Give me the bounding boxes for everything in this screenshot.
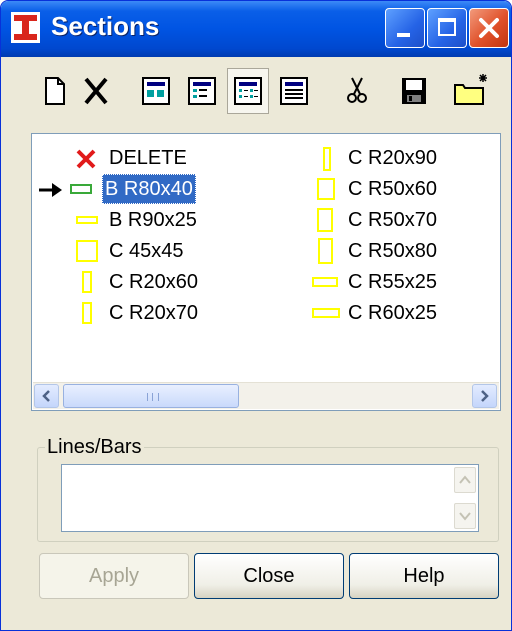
help-button[interactable]: Help [349, 553, 499, 599]
section-label: C R60x25 [348, 302, 437, 324]
toolbar [1, 68, 511, 118]
new-folder-icon [454, 74, 487, 105]
section-label: C R20x60 [109, 271, 198, 293]
section-label: C R20x90 [348, 147, 437, 169]
section-item[interactable]: C R20x70 [64, 298, 244, 328]
rect-section-icon [312, 277, 338, 287]
rect-section-icon [76, 216, 98, 224]
scroll-grip-icon [147, 393, 159, 401]
title-bar[interactable]: Sections [1, 1, 511, 57]
lines-bars-list[interactable] [61, 464, 479, 532]
delete-x-icon [76, 149, 96, 169]
view-list-button[interactable] [227, 68, 269, 114]
rect-section-icon [323, 147, 331, 171]
small-icons-view-icon [188, 77, 216, 105]
horizontal-scrollbar[interactable] [33, 382, 499, 409]
floppy-disk-icon [402, 78, 426, 104]
scissors-icon [347, 77, 367, 103]
section-label: C 45x45 [109, 240, 184, 262]
rect-section-icon [318, 238, 333, 264]
scroll-down-button[interactable] [454, 503, 476, 529]
view-small-icons-button[interactable] [181, 68, 223, 114]
maximize-button[interactable] [427, 8, 467, 48]
rect-section-icon [317, 178, 335, 200]
i-beam-section-icon [11, 12, 40, 43]
section-label: C R50x70 [348, 209, 437, 231]
chevron-up-icon [459, 475, 471, 484]
delete-x-icon [84, 77, 108, 105]
section-item[interactable]: B R80x40 [34, 174, 244, 204]
list-view-icon [234, 77, 262, 105]
new-section-button[interactable] [38, 68, 72, 114]
scroll-left-button[interactable] [34, 384, 59, 408]
section-label: B R90x25 [109, 209, 197, 231]
current-arrow-icon [39, 183, 62, 197]
chevron-left-icon [42, 390, 50, 402]
apply-button[interactable]: Apply [39, 553, 189, 599]
section-label: B R80x40 [102, 174, 196, 204]
section-item[interactable]: B R90x25 [64, 205, 244, 235]
rect-section-icon [82, 302, 92, 324]
view-large-icons-button[interactable] [135, 68, 177, 114]
chevron-down-icon [459, 512, 471, 521]
section-item-delete[interactable]: DELETE [64, 143, 244, 173]
close-button[interactable]: Close [194, 553, 344, 599]
minimize-button[interactable] [385, 8, 425, 48]
chevron-right-icon [481, 390, 489, 402]
section-item[interactable]: C R50x60 [307, 174, 487, 204]
view-details-button[interactable] [273, 68, 315, 114]
cut-button[interactable] [338, 68, 376, 114]
maximize-icon [438, 18, 456, 36]
rect-section-icon [82, 271, 92, 293]
scroll-up-button[interactable] [454, 467, 476, 493]
section-label: DELETE [109, 147, 187, 169]
section-label: C R55x25 [348, 271, 437, 293]
delete-section-button[interactable] [79, 68, 113, 114]
section-item[interactable]: C R50x80 [307, 236, 487, 266]
minimize-icon [397, 33, 410, 37]
section-item[interactable]: C 45x45 [64, 236, 244, 266]
scroll-thumb[interactable] [63, 384, 239, 408]
sections-list[interactable]: DELETE B R80x40 B R90x25 C 45x45 C R20x6… [31, 133, 501, 411]
section-label: C R50x60 [348, 178, 437, 200]
section-label: C R50x80 [348, 240, 437, 262]
window-title: Sections [51, 11, 160, 41]
new-folder-button[interactable] [449, 68, 493, 114]
save-button[interactable] [395, 68, 433, 114]
rect-section-icon [317, 208, 333, 232]
rect-section-icon [70, 184, 92, 194]
large-icons-view-icon [142, 77, 170, 105]
scroll-right-button[interactable] [472, 384, 497, 408]
section-item[interactable]: C R20x60 [64, 267, 244, 297]
new-document-icon [45, 77, 65, 105]
section-item[interactable]: C R20x90 [307, 143, 487, 173]
sections-dialog: Sections DELETE B R80x40 B R90x25 C 45x4… [0, 0, 512, 631]
close-window-button[interactable] [469, 8, 509, 48]
details-view-icon [280, 77, 308, 105]
square-section-icon [76, 240, 98, 262]
section-label: C R20x70 [109, 302, 198, 324]
lines-bars-label: Lines/Bars [45, 436, 144, 459]
section-item[interactable]: C R60x25 [307, 298, 487, 328]
close-icon [479, 18, 499, 38]
section-item[interactable]: C R50x70 [307, 205, 487, 235]
section-item[interactable]: C R55x25 [307, 267, 487, 297]
rect-section-icon [312, 308, 340, 318]
